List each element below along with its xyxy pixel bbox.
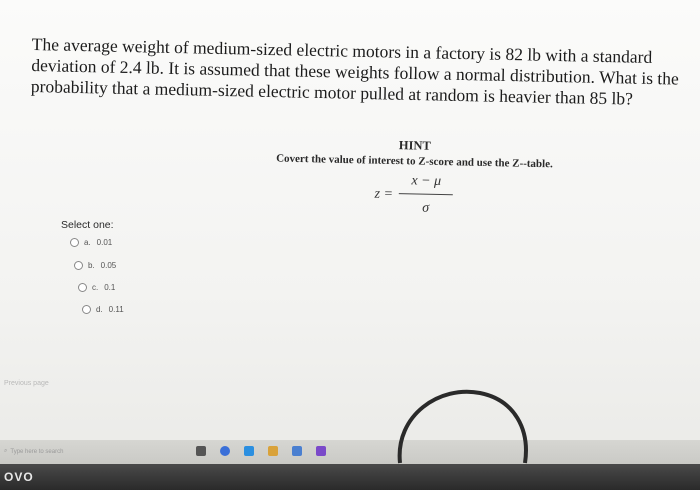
folder-icon[interactable] [268, 446, 278, 456]
option-a[interactable]: a. 0.01 [70, 238, 112, 247]
select-one-label: Select one: [61, 219, 114, 231]
hint-block: HINT Covert the value of interest to Z-s… [248, 135, 580, 220]
browser-icon[interactable] [220, 446, 230, 456]
monitor-bezel: OVO [0, 464, 700, 490]
option-a-value: 0.01 [96, 238, 113, 247]
monitor-screen: The average weight of medium-sized elect… [0, 0, 700, 490]
option-b-letter: b. [88, 261, 95, 270]
option-b[interactable]: b. 0.05 [74, 261, 116, 270]
option-d-letter: d. [96, 305, 103, 314]
option-c-value: 0.1 [104, 283, 116, 292]
question-text: The average weight of medium-sized elect… [31, 34, 682, 111]
option-b-value: 0.05 [100, 261, 117, 270]
option-c[interactable]: c. 0.1 [78, 283, 115, 292]
radio-d[interactable] [82, 305, 91, 314]
option-d[interactable]: d. 0.11 [82, 305, 124, 314]
formula-lhs: z = [374, 186, 394, 202]
option-c-letter: c. [92, 283, 99, 292]
previous-page-link[interactable]: Previous page [4, 380, 49, 387]
option-d-value: 0.11 [108, 305, 124, 314]
store-icon[interactable] [292, 446, 302, 456]
taskbar-search[interactable]: ⌕ Type here to search [0, 444, 114, 459]
formula-fraction: x − μ σ [398, 173, 454, 217]
edge-icon[interactable] [244, 446, 254, 456]
taskbar-search-placeholder: Type here to search [10, 448, 64, 455]
formula-denominator: σ [422, 200, 430, 216]
z-score-formula: z = x − μ σ [248, 170, 579, 220]
option-a-letter: a. [84, 238, 91, 247]
radio-c[interactable] [78, 283, 87, 292]
cable-reflection-icon [397, 389, 528, 464]
formula-numerator: x − μ [411, 173, 442, 190]
task-view-icon[interactable] [196, 446, 206, 456]
mail-icon[interactable] [316, 446, 326, 456]
search-icon: ⌕ [4, 448, 8, 454]
radio-b[interactable] [74, 261, 83, 270]
radio-a[interactable] [70, 238, 79, 247]
fraction-bar [398, 193, 454, 196]
brand-logo: OVO [4, 470, 34, 484]
taskbar: ⌕ Type here to search [0, 440, 700, 464]
